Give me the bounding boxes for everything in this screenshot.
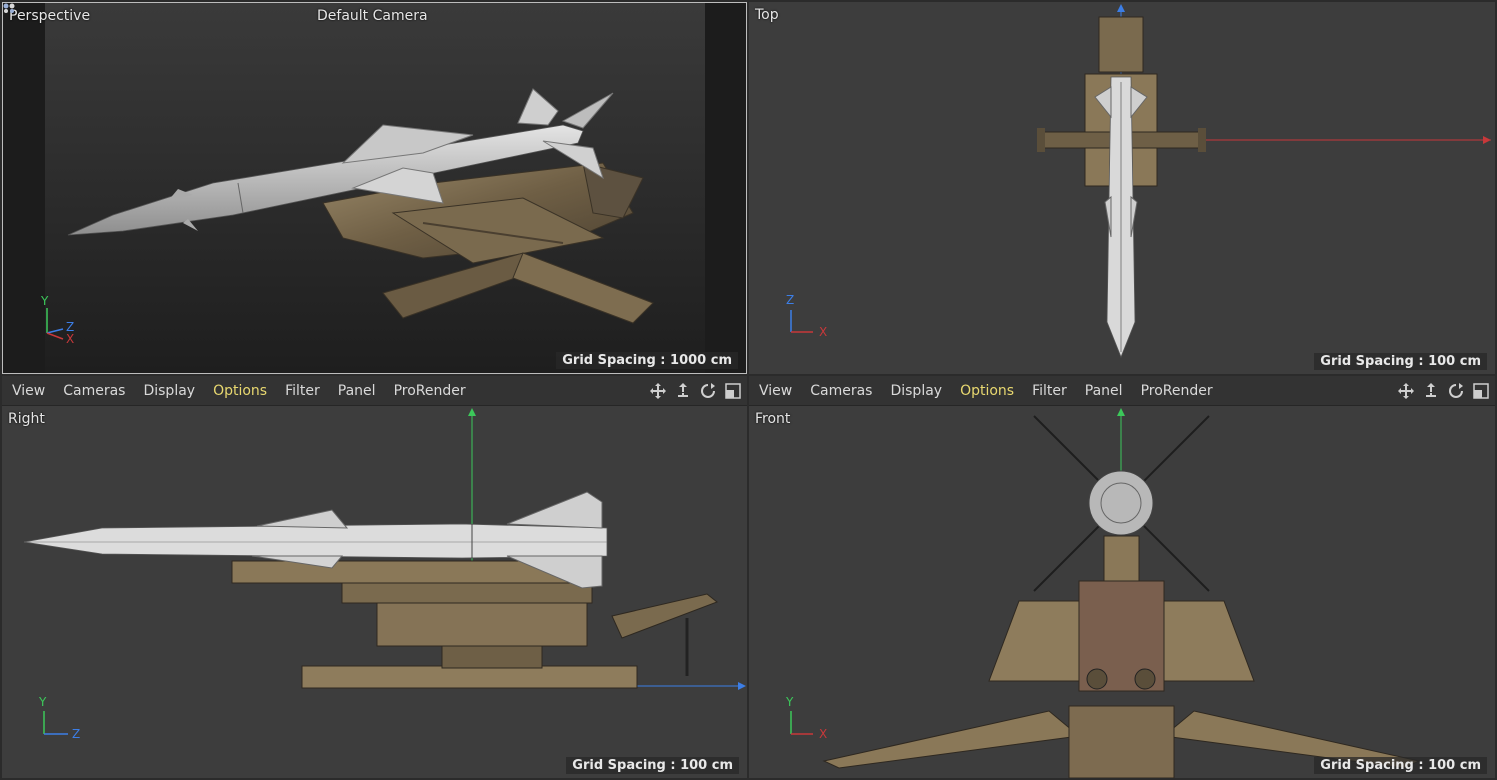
right-axis-gizmo — [43, 711, 68, 735]
right-viewport[interactable]: Y Z Right Grid Spacing : 100 cm — [2, 406, 747, 778]
grid-spacing-label: Grid Spacing : 100 cm — [1314, 757, 1487, 774]
menu-view[interactable]: View — [2, 383, 54, 399]
perspective-viewport[interactable]: Y Z X Perspective Default Camera Grid Sp… — [2, 2, 747, 374]
axis-y-label: Y — [39, 695, 47, 709]
top-scene — [790, 4, 1491, 359]
menu-panel[interactable]: Panel — [329, 383, 385, 399]
menu-prorender[interactable]: ProRender — [385, 383, 475, 399]
camera-icon[interactable] — [3, 3, 15, 13]
right-scene — [23, 408, 746, 735]
move-view-icon[interactable] — [1396, 381, 1416, 401]
grid-spacing-label: Grid Spacing : 100 cm — [566, 757, 739, 774]
axis-z-label: Z — [786, 293, 795, 307]
front-scene — [790, 408, 1421, 778]
maximize-view-icon[interactable] — [1471, 381, 1491, 401]
menu-filter[interactable]: Filter — [1023, 383, 1076, 399]
viewport-label: Top — [755, 7, 779, 23]
menu-display[interactable]: Display — [134, 383, 204, 399]
zoom-view-icon[interactable] — [673, 381, 693, 401]
maximize-view-icon[interactable] — [723, 381, 743, 401]
axis-x-label: X — [66, 332, 75, 346]
front-view-menubar: View Cameras Display Options Filter Pane… — [749, 376, 1495, 406]
front-viewport[interactable]: Y X Front Grid Spacing : 100 cm — [749, 406, 1495, 778]
top-model — [1037, 16, 1206, 359]
front-axis-gizmo — [790, 711, 813, 735]
menu-filter[interactable]: Filter — [276, 383, 329, 399]
grid-spacing-label: Grid Spacing : 100 cm — [1314, 353, 1487, 370]
axis-y-label: Y — [41, 294, 49, 308]
rotate-view-icon[interactable] — [698, 381, 718, 401]
viewport-label: Perspective — [9, 8, 91, 24]
zoom-view-icon[interactable] — [1421, 381, 1441, 401]
axis-z-label: Z — [72, 727, 81, 741]
menu-view[interactable]: View — [749, 383, 801, 399]
menu-cameras[interactable]: Cameras — [54, 383, 134, 399]
viewport-label: Front — [755, 411, 791, 427]
top-viewport[interactable]: Z X Top Grid Spacing : 100 cm — [749, 2, 1495, 374]
menu-panel[interactable]: Panel — [1076, 383, 1132, 399]
axis-x-label: X — [819, 727, 828, 741]
menu-display[interactable]: Display — [881, 383, 951, 399]
menu-options[interactable]: Options — [204, 383, 276, 399]
menu-options[interactable]: Options — [951, 383, 1023, 399]
viewport-label: Right — [8, 411, 45, 427]
right-model — [23, 491, 718, 689]
axis-x-label: X — [819, 325, 828, 339]
axis-y-label: Y — [786, 695, 794, 709]
camera-name[interactable]: Default Camera — [317, 8, 428, 24]
rotate-view-icon[interactable] — [1446, 381, 1466, 401]
move-view-icon[interactable] — [648, 381, 668, 401]
top-axis-gizmo — [790, 310, 813, 333]
right-view-menubar: View Cameras Display Options Filter Pane… — [2, 376, 747, 406]
perspective-scene — [3, 3, 746, 373]
menu-cameras[interactable]: Cameras — [801, 383, 881, 399]
grid-spacing-label: Grid Spacing : 1000 cm — [556, 352, 738, 369]
menu-prorender[interactable]: ProRender — [1132, 383, 1222, 399]
